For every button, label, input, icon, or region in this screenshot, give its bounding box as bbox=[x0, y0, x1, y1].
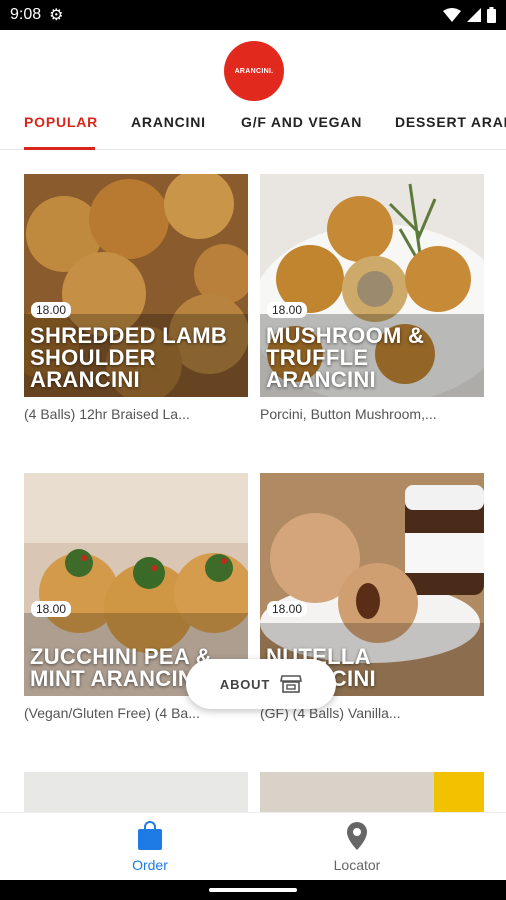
status-time: 9:08 bbox=[10, 6, 42, 23]
tab-arancini[interactable]: ARANCINI bbox=[131, 108, 206, 149]
nav-locator-label: Locator bbox=[333, 857, 381, 873]
system-navigation-bar bbox=[0, 880, 506, 900]
map-pin-icon bbox=[347, 822, 367, 850]
product-description: (4 Balls) 12hr Braised La... bbox=[24, 406, 190, 422]
bottom-navigation: Order Locator bbox=[0, 812, 506, 880]
brand-logo: ARANCINI. bbox=[224, 41, 284, 101]
active-tab-indicator bbox=[24, 147, 95, 150]
nav-locator[interactable]: Locator bbox=[287, 813, 427, 881]
price-badge: 18.00 bbox=[267, 302, 308, 318]
tab-dessert-arancini[interactable]: DESSERT ARAN bbox=[395, 108, 506, 149]
home-gesture-handle[interactable] bbox=[209, 888, 297, 892]
tab-popular[interactable]: POPULAR bbox=[24, 108, 98, 149]
about-button[interactable]: ABOUT bbox=[186, 659, 336, 709]
wifi-icon bbox=[443, 8, 461, 22]
category-tabs: POPULAR ARANCINI G/F AND VEGAN DESSERT A… bbox=[0, 108, 506, 150]
status-icons bbox=[443, 7, 496, 23]
status-bar: 9:08 ⚙ bbox=[0, 0, 506, 30]
store-icon bbox=[280, 675, 303, 693]
nav-order[interactable]: Order bbox=[80, 813, 220, 881]
battery-icon bbox=[487, 7, 496, 23]
settings-gear-icon: ⚙ bbox=[49, 7, 64, 24]
price-badge: 18.00 bbox=[267, 601, 308, 617]
product-image: 18.00 MUSHROOM & TRUFFLE ARANCINI bbox=[260, 174, 484, 397]
product-card-lamb[interactable]: 18.00 SHREDDED LAMB SHOULDER ARANCINI (4… bbox=[24, 174, 248, 422]
product-card-partial[interactable] bbox=[260, 772, 484, 812]
product-description: Porcini, Button Mushroom,... bbox=[260, 406, 437, 422]
price-badge: 18.00 bbox=[31, 601, 72, 617]
product-title: MUSHROOM & TRUFFLE ARANCINI bbox=[266, 323, 425, 392]
shopping-bag-icon bbox=[138, 821, 162, 850]
tab-gf-and-vegan[interactable]: G/F AND VEGAN bbox=[241, 108, 362, 149]
nav-order-label: Order bbox=[132, 857, 168, 873]
about-label: ABOUT bbox=[219, 676, 271, 692]
product-image: 18.00 SHREDDED LAMB SHOULDER ARANCINI bbox=[24, 174, 248, 397]
product-card-mushroom[interactable]: 18.00 MUSHROOM & TRUFFLE ARANCINI Porcin… bbox=[260, 174, 484, 422]
product-title: SHREDDED LAMB SHOULDER ARANCINI bbox=[30, 323, 228, 392]
signal-icon bbox=[467, 8, 481, 22]
product-card-partial[interactable] bbox=[24, 772, 248, 812]
price-badge: 18.00 bbox=[31, 302, 72, 318]
brand-logo-text: ARANCINI. bbox=[234, 67, 274, 75]
